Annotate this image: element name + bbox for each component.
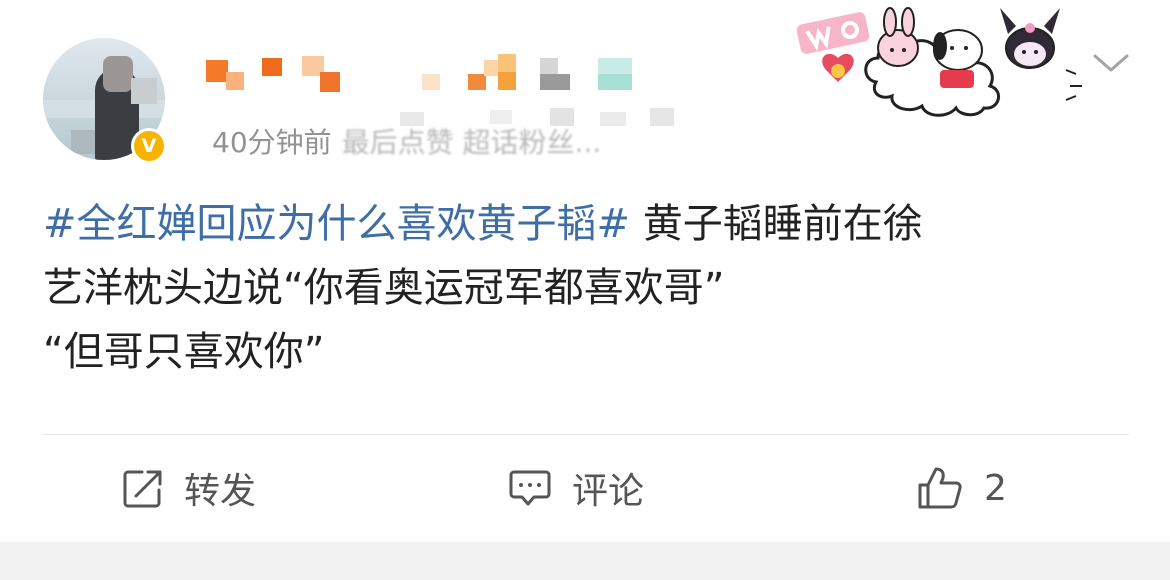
wow-sticker-icon [796, 12, 870, 82]
topic-link[interactable]: #全红婵回应为什么喜欢黄子韬# [43, 201, 630, 247]
post-time: 40分钟前 [212, 126, 332, 159]
content-line: 艺洋枕头边说“你看奥运冠军都喜欢哥” [43, 265, 725, 311]
bottom-separator [0, 542, 1170, 580]
avatar-mosaic-block [131, 78, 157, 104]
kuromi-sticker-icon [1000, 8, 1060, 69]
repost-icon [123, 470, 162, 508]
comment-label: 评论 [572, 471, 645, 512]
like-count: 2 [984, 467, 1007, 509]
content-text: 黄子韬睡前在徐 [630, 201, 923, 247]
avatar-mosaic-block [71, 130, 95, 154]
chevron-down-icon[interactable] [1090, 46, 1132, 80]
comment-icon [509, 470, 551, 506]
divider [43, 434, 1129, 435]
avatar-mosaic [103, 56, 133, 92]
repost-button[interactable]: 转发 [122, 462, 256, 514]
sticker-decoration [796, 7, 1082, 117]
post-content: #全红婵回应为什么喜欢黄子韬# 黄子韬睡前在徐 艺洋枕头边说“你看奥运冠军都喜欢… [43, 192, 1133, 384]
like-button[interactable]: 2 [916, 462, 1007, 514]
content-line: #全红婵回应为什么喜欢黄子韬# 黄子韬睡前在徐 [43, 192, 1133, 256]
thumbs-up-icon [918, 467, 962, 509]
content-line: “但哥只喜欢你” [43, 329, 325, 375]
verified-badge-icon: V [131, 128, 167, 164]
comment-button[interactable]: 评论 [508, 462, 644, 514]
my-melody-sticker-icon [877, 7, 919, 67]
username-mosaic[interactable] [206, 52, 646, 96]
meta-mosaic [400, 108, 710, 152]
repost-label: 转发 [184, 471, 257, 512]
